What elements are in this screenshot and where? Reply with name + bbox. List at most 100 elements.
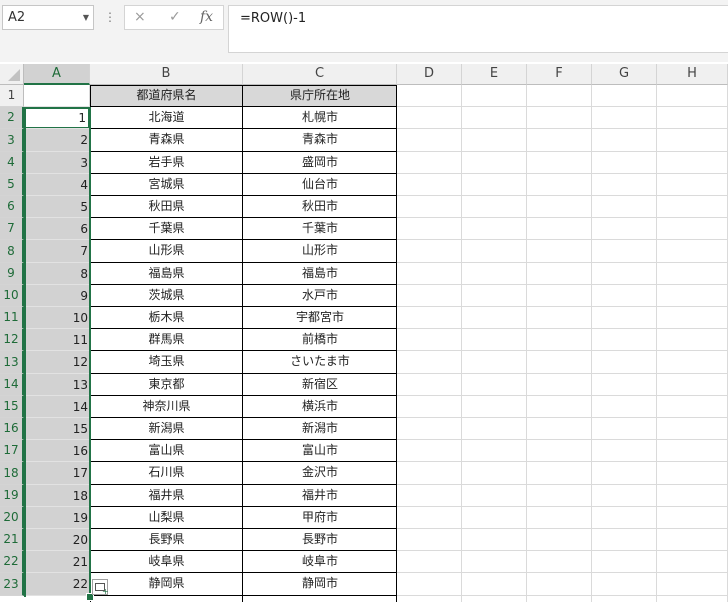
number-cell[interactable]: 12	[24, 351, 90, 374]
number-cell[interactable]: 1	[24, 107, 90, 129]
prefecture-cell[interactable]: 神奈川県	[90, 396, 243, 418]
number-cell[interactable]: 10	[24, 307, 90, 329]
row-header-4[interactable]: 4	[0, 152, 24, 174]
prefecture-cell[interactable]: 秋田県	[90, 196, 243, 218]
capital-cell[interactable]: 富山市	[243, 440, 397, 462]
column-header-b[interactable]: B	[90, 64, 243, 85]
number-cell[interactable]: 4	[24, 174, 90, 196]
prefecture-cell[interactable]: 山梨県	[90, 507, 243, 529]
column-header-f[interactable]: F	[527, 64, 592, 85]
row-header-20[interactable]: 20	[0, 507, 24, 529]
row-header-21[interactable]: 21	[0, 529, 24, 551]
capital-cell[interactable]: 静岡市	[243, 573, 397, 596]
capital-cell[interactable]: 秋田市	[243, 196, 397, 218]
capital-cell[interactable]: 金沢市	[243, 462, 397, 485]
row-header-23[interactable]: 23	[0, 573, 24, 596]
capital-cell[interactable]: 前橋市	[243, 329, 397, 351]
select-all-corner[interactable]	[0, 64, 24, 85]
prefecture-cell[interactable]: 新潟県	[90, 418, 243, 440]
row-header-15[interactable]: 15	[0, 396, 24, 418]
prefecture-cell[interactable]: 岐阜県	[90, 551, 243, 573]
column-header-a[interactable]: A	[24, 64, 90, 85]
row-header-19[interactable]: 19	[0, 485, 24, 507]
column-header-c[interactable]: C	[243, 64, 397, 85]
number-cell[interactable]: 5	[24, 196, 90, 218]
capital-cell[interactable]: 山形市	[243, 240, 397, 263]
row-header-22[interactable]: 22	[0, 551, 24, 573]
row-header-11[interactable]: 11	[0, 307, 24, 329]
number-cell[interactable]: 2	[24, 129, 90, 152]
capital-cell[interactable]: 甲府市	[243, 507, 397, 529]
prefecture-cell[interactable]: 埼玉県	[90, 351, 243, 374]
prefecture-cell[interactable]: 茨城県	[90, 285, 243, 307]
prefecture-cell[interactable]: 静岡県	[90, 573, 243, 596]
number-cell[interactable]: 16	[24, 440, 90, 462]
column-header-h[interactable]: H	[657, 64, 728, 85]
prefecture-cell[interactable]: 群馬県	[90, 329, 243, 351]
capital-cell[interactable]: 福井市	[243, 485, 397, 507]
number-cell[interactable]: 14	[24, 396, 90, 418]
capital-cell[interactable]: 水戸市	[243, 285, 397, 307]
row-header-5[interactable]: 5	[0, 174, 24, 196]
column-header-e[interactable]: E	[462, 64, 527, 85]
number-cell[interactable]: 9	[24, 285, 90, 307]
row-header-13[interactable]: 13	[0, 351, 24, 374]
row-header-6[interactable]: 6	[0, 196, 24, 218]
number-cell[interactable]: 8	[24, 263, 90, 285]
column-header-g[interactable]: G	[592, 64, 657, 85]
prefecture-cell[interactable]: 栃木県	[90, 307, 243, 329]
number-cell[interactable]: 21	[24, 551, 90, 573]
number-cell[interactable]: 18	[24, 485, 90, 507]
capital-cell[interactable]: 盛岡市	[243, 152, 397, 174]
capital-cell[interactable]: 新宿区	[243, 374, 397, 396]
number-cell[interactable]: 19	[24, 507, 90, 529]
prefecture-cell[interactable]: 青森県	[90, 129, 243, 152]
prefecture-cell[interactable]: 東京都	[90, 374, 243, 396]
capital-cell[interactable]: 福島市	[243, 263, 397, 285]
row-header-12[interactable]: 12	[0, 329, 24, 351]
row-header-10[interactable]: 10	[0, 285, 24, 307]
capital-cell[interactable]: 横浜市	[243, 396, 397, 418]
prefecture-cell[interactable]: 福島県	[90, 263, 243, 285]
number-cell[interactable]: 13	[24, 374, 90, 396]
table-header-c[interactable]: 県庁所在地	[243, 85, 397, 107]
quick-analysis-icon[interactable]: +	[92, 579, 109, 596]
capital-cell[interactable]: 千葉市	[243, 218, 397, 240]
capital-cell[interactable]: 岐阜市	[243, 551, 397, 573]
number-cell[interactable]: 11	[24, 329, 90, 351]
capital-cell[interactable]: 札幌市	[243, 107, 397, 129]
row-header-8[interactable]: 8	[0, 240, 24, 263]
number-cell[interactable]: 22	[24, 573, 90, 596]
capital-cell[interactable]: 宇都宮市	[243, 307, 397, 329]
row-header-9[interactable]: 9	[0, 263, 24, 285]
number-cell[interactable]: 20	[24, 529, 90, 551]
prefecture-cell[interactable]: 石川県	[90, 462, 243, 485]
row-header-1[interactable]: 1	[0, 85, 24, 107]
prefecture-cell[interactable]: 宮城県	[90, 174, 243, 196]
prefecture-cell[interactable]: 千葉県	[90, 218, 243, 240]
capital-cell[interactable]: 青森市	[243, 129, 397, 152]
capital-cell[interactable]: さいたま市	[243, 351, 397, 374]
number-cell[interactable]: 3	[24, 152, 90, 174]
table-header-b[interactable]: 都道府県名	[90, 85, 243, 107]
prefecture-cell[interactable]: 長野県	[90, 529, 243, 551]
prefecture-cell[interactable]: 福井県	[90, 485, 243, 507]
number-cell[interactable]: 17	[24, 462, 90, 485]
column-header-d[interactable]: D	[397, 64, 462, 85]
row-header-17[interactable]: 17	[0, 440, 24, 462]
cell-a1[interactable]	[24, 85, 90, 107]
capital-cell[interactable]: 長野市	[243, 529, 397, 551]
number-cell[interactable]: 7	[24, 240, 90, 263]
prefecture-cell[interactable]: 山形県	[90, 240, 243, 263]
row-header-2[interactable]: 2	[0, 107, 24, 129]
row-header-3[interactable]: 3	[0, 129, 24, 152]
number-cell[interactable]: 6	[24, 218, 90, 240]
prefecture-cell[interactable]: 北海道	[90, 107, 243, 129]
number-cell[interactable]: 15	[24, 418, 90, 440]
prefecture-cell[interactable]: 岩手県	[90, 152, 243, 174]
prefecture-cell[interactable]: 富山県	[90, 440, 243, 462]
capital-cell[interactable]: 新潟市	[243, 418, 397, 440]
capital-cell[interactable]: 仙台市	[243, 174, 397, 196]
row-header-16[interactable]: 16	[0, 418, 24, 440]
row-header-7[interactable]: 7	[0, 218, 24, 240]
